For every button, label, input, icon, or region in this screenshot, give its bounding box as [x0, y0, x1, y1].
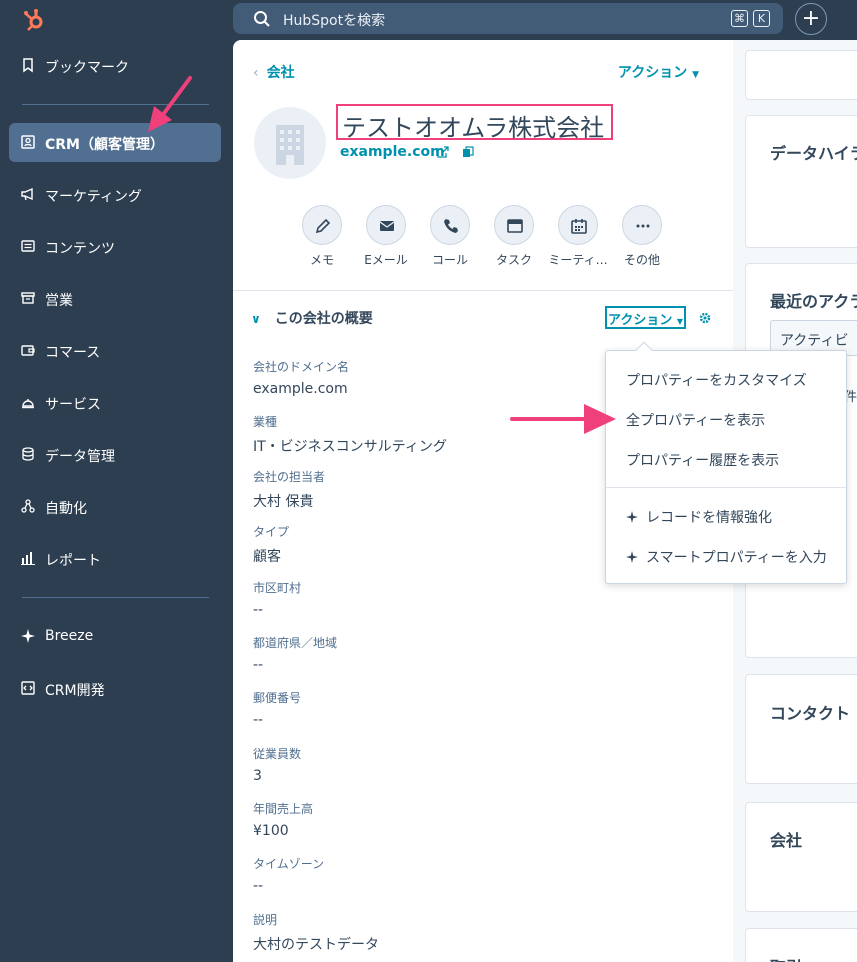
sidebar-item-sales[interactable]: 営業 — [9, 279, 221, 318]
note-icon — [315, 218, 331, 234]
content-icon — [21, 240, 35, 252]
sidebar-item-automation[interactable]: 自動化 — [9, 487, 221, 526]
copy-icon[interactable] — [462, 146, 474, 158]
developer-icon — [21, 681, 35, 695]
sidebar: ブックマーク CRM（顧客管理） マーケティング コンテンツ 営業 コマース サ… — [0, 40, 233, 962]
sidebar-item-data-management[interactable]: データ管理 — [9, 435, 221, 474]
dropdown-divider — [606, 487, 846, 488]
property-state[interactable]: 都道府県／地域 -- — [253, 634, 573, 673]
chevron-down-icon: ∨ — [251, 312, 261, 326]
calendar-icon — [571, 219, 587, 234]
sidebar-item-crm-dev[interactable]: CRM開発 — [9, 669, 221, 708]
sidebar-item-label: サービス — [45, 397, 101, 413]
sparkle-icon — [626, 551, 638, 563]
sales-icon — [21, 292, 35, 304]
sidebar-item-marketing[interactable]: マーケティング — [9, 175, 221, 214]
sidebar-item-label: コマース — [45, 345, 101, 361]
meeting-action[interactable]: ミーティ… — [548, 205, 608, 268]
more-icon — [636, 224, 650, 228]
external-link-icon[interactable] — [437, 146, 449, 158]
property-history-item[interactable]: プロパティー履歴を表示 — [626, 450, 779, 470]
property-domain[interactable]: 会社のドメイン名 example.com — [253, 358, 573, 397]
report-icon — [21, 552, 35, 565]
sidebar-item-label: データ管理 — [45, 449, 115, 465]
sidebar-item-label: マーケティング — [45, 189, 142, 205]
caret-down-icon: ▼ — [692, 70, 699, 80]
deals-card[interactable]: 取引 — [745, 928, 857, 962]
bookmark-icon — [23, 58, 33, 73]
sidebar-item-label: CRM開発 — [45, 683, 105, 699]
gear-icon[interactable] — [698, 311, 712, 325]
shortcut-cmd-key: ⌘ — [731, 10, 748, 27]
company-name-title[interactable]: テストオオムラ株式会社 — [336, 104, 614, 142]
create-button[interactable]: + — [795, 3, 827, 35]
email-icon — [379, 221, 395, 231]
sidebar-item-breeze[interactable]: Breeze — [9, 617, 221, 656]
sidebar-item-reports[interactable]: レポート — [9, 539, 221, 578]
property-owner[interactable]: 会社の担当者 大村 保貴 — [253, 468, 573, 511]
property-annual-revenue[interactable]: 年間売上高 ¥100 — [253, 800, 573, 839]
sidebar-item-content[interactable]: コンテンツ — [9, 227, 221, 266]
hubspot-logo-icon[interactable] — [22, 8, 46, 32]
property-type[interactable]: タイプ 顧客 — [253, 523, 573, 566]
property-employees[interactable]: 従業員数 3 — [253, 745, 573, 784]
about-actions-dropdown: プロパティーをカスタマイズ 全プロパティーを表示 プロパティー履歴を表示 レコー… — [605, 341, 847, 584]
database-icon — [22, 447, 34, 461]
data-highlights-card[interactable]: データハイラ — [745, 115, 857, 248]
sidebar-item-label: コンテンツ — [45, 241, 115, 257]
sidebar-item-service[interactable]: サービス — [9, 383, 221, 422]
enrich-record-item[interactable]: レコードを情報強化 — [626, 507, 772, 527]
service-icon — [22, 399, 34, 409]
about-actions-button[interactable]: アクション ▼ — [605, 306, 686, 329]
building-icon — [276, 125, 304, 165]
search-icon — [254, 11, 270, 27]
sparkle-icon — [626, 511, 638, 523]
section-divider — [233, 290, 733, 291]
contacts-card[interactable]: コンタクト — [745, 674, 857, 784]
company-domain-link[interactable]: example.com — [340, 144, 445, 160]
sidebar-divider — [22, 597, 209, 598]
sidebar-item-label: 営業 — [45, 293, 73, 309]
sparkle-icon — [21, 629, 35, 643]
call-action[interactable]: コール — [420, 205, 480, 268]
back-to-companies-link[interactable]: ‹ 会社 — [253, 62, 295, 82]
company-avatar — [254, 107, 326, 179]
megaphone-icon — [21, 187, 33, 201]
task-icon — [507, 219, 523, 233]
view-all-properties-item[interactable]: 全プロパティーを表示 — [626, 410, 765, 430]
right-card-top — [745, 50, 857, 100]
smart-property-item[interactable]: スマートプロパティーを入力 — [626, 547, 827, 567]
property-city[interactable]: 市区町村 -- — [253, 579, 573, 618]
commerce-icon — [21, 345, 35, 356]
companies-card[interactable]: 会社 — [745, 802, 857, 912]
chevron-left-icon: ‹ — [253, 65, 259, 81]
property-description[interactable]: 説明 大村のテストデータ — [253, 911, 573, 954]
customize-properties-item[interactable]: プロパティーをカスタマイズ — [626, 370, 807, 390]
caret-down-icon: ▼ — [676, 317, 684, 326]
note-action[interactable]: メモ — [292, 205, 352, 268]
search-bar[interactable]: HubSpotを検索 ⌘ K — [233, 3, 783, 34]
sidebar-item-label: ブックマーク — [45, 60, 129, 76]
email-action[interactable]: Eメール — [356, 205, 416, 268]
more-action[interactable]: その他 — [612, 205, 672, 268]
sidebar-item-label: CRM（顧客管理） — [45, 137, 164, 153]
annotation-arrow-view-all — [510, 404, 616, 434]
record-actions-menu[interactable]: アクション ▼ — [618, 62, 699, 82]
sidebar-item-commerce[interactable]: コマース — [9, 331, 221, 370]
sidebar-item-label: Breeze — [45, 628, 94, 644]
automation-icon — [21, 499, 35, 513]
task-action[interactable]: タスク — [484, 205, 544, 268]
sidebar-item-label: レポート — [45, 553, 101, 569]
top-bar: HubSpotを検索 ⌘ K + — [0, 0, 857, 40]
contact-card-icon — [21, 135, 35, 149]
property-postal-code[interactable]: 郵便番号 -- — [253, 689, 573, 728]
annotation-arrow-crm — [148, 76, 192, 132]
property-timezone[interactable]: タイムゾーン -- — [253, 855, 573, 894]
phone-icon — [444, 219, 458, 233]
shortcut-k-key: K — [753, 10, 770, 27]
about-section-toggle[interactable]: ∨ この会社の概要 — [251, 308, 373, 328]
search-placeholder: HubSpotを検索 — [283, 13, 386, 29]
sidebar-item-label: 自動化 — [45, 501, 87, 517]
